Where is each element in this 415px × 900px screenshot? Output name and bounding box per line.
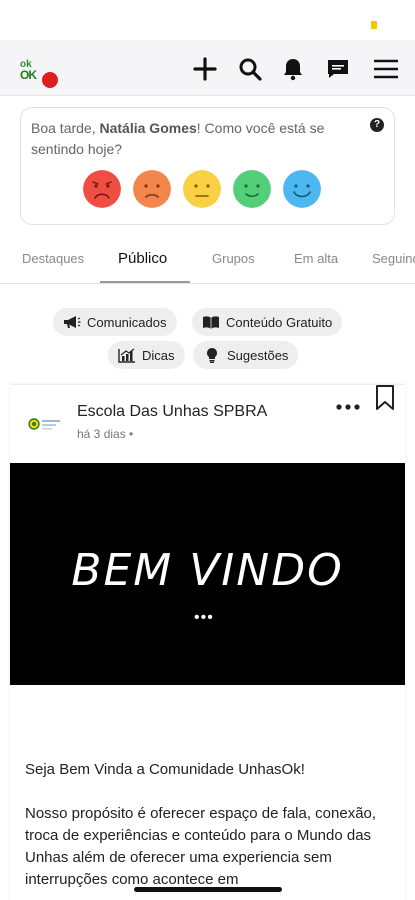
mood-check-card: Boa tarde, Natália Gomes! Como você está… bbox=[20, 107, 395, 225]
chat-icon[interactable] bbox=[325, 56, 351, 82]
chip-label: Sugestões bbox=[227, 347, 289, 363]
happy-face-icon[interactable] bbox=[233, 170, 271, 208]
tab-publico[interactable]: Público bbox=[118, 250, 167, 267]
post-paragraph: Nosso propósito é oferecer espaço de fal… bbox=[25, 805, 377, 888]
mood-options bbox=[83, 170, 343, 210]
tab-destaques[interactable]: Destaques bbox=[22, 251, 84, 266]
very-happy-face-icon[interactable] bbox=[283, 170, 321, 208]
tab-em-alta[interactable]: Em alta bbox=[294, 251, 338, 266]
home-indicator bbox=[134, 887, 282, 892]
image-dots: ••• bbox=[194, 609, 214, 626]
post-card: Escola Das Unhas SPBRA há 3 dias • BEM V… bbox=[10, 384, 405, 900]
tab-seguindo[interactable]: Seguindo bbox=[372, 251, 415, 266]
post-timestamp: há 3 dias • bbox=[77, 427, 134, 441]
chip-comunicados[interactable]: Comunicados bbox=[53, 308, 177, 336]
status-bar bbox=[0, 0, 415, 40]
menu-icon[interactable] bbox=[373, 56, 399, 82]
book-icon bbox=[202, 314, 220, 330]
app-logo[interactable]: ok OK bbox=[20, 60, 60, 90]
very-sad-face-icon[interactable] bbox=[83, 170, 121, 208]
chip-dicas[interactable]: Dicas bbox=[108, 341, 185, 369]
search-icon[interactable] bbox=[237, 56, 263, 82]
help-icon[interactable]: ? bbox=[370, 118, 384, 132]
post-body: Seja Bem Vinda a Comunidade UnhasOk! Nos… bbox=[25, 759, 395, 900]
tab-grupos[interactable]: Grupos bbox=[212, 251, 255, 266]
post-paragraph: Seja Bem Vinda a Comunidade UnhasOk! bbox=[25, 761, 305, 778]
status-indicator bbox=[371, 21, 377, 29]
chip-sugestoes[interactable]: Sugestões bbox=[193, 341, 299, 369]
chip-conteudo-gratuito[interactable]: Conteúdo Gratuito bbox=[192, 308, 343, 336]
post-image[interactable]: BEM VINDO ••• bbox=[10, 463, 405, 685]
logo-text-bottom: OK bbox=[20, 68, 37, 82]
plus-icon[interactable] bbox=[192, 56, 218, 82]
megaphone-icon bbox=[63, 314, 81, 330]
chip-label: Comunicados bbox=[87, 314, 167, 330]
more-options-icon[interactable] bbox=[335, 399, 361, 415]
user-name: Natália Gomes bbox=[99, 120, 197, 136]
neutral-face-icon[interactable] bbox=[183, 170, 221, 208]
image-caption: BEM VINDO bbox=[71, 545, 344, 596]
greeting-prefix: Boa tarde, bbox=[31, 120, 100, 136]
sad-face-icon[interactable] bbox=[133, 170, 171, 208]
bell-icon[interactable] bbox=[280, 56, 306, 82]
feed-tabs: Destaques Público Grupos Em alta Seguind… bbox=[0, 242, 415, 284]
lightbulb-icon bbox=[203, 347, 221, 363]
notification-badge bbox=[42, 72, 58, 88]
post-author[interactable]: Escola Das Unhas SPBRA bbox=[77, 403, 267, 421]
chart-icon bbox=[118, 347, 136, 363]
chip-label: Conteúdo Gratuito bbox=[226, 314, 333, 330]
active-tab-indicator bbox=[100, 281, 190, 283]
mood-greeting: Boa tarde, Natália Gomes! Como você está… bbox=[31, 118, 361, 160]
chip-label: Dicas bbox=[142, 347, 175, 363]
author-avatar[interactable] bbox=[28, 415, 64, 433]
bookmark-icon[interactable] bbox=[374, 385, 396, 411]
